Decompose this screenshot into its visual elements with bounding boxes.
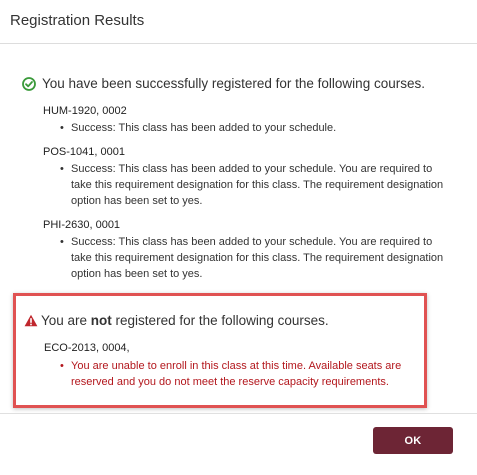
check-circle-icon bbox=[22, 76, 36, 91]
course-status-message: • Success: This class has been added to … bbox=[60, 234, 455, 282]
course-item: PHI-2630, 0001 • Success: This class has… bbox=[43, 219, 462, 282]
warning-icon bbox=[24, 314, 38, 327]
bullet-icon: • bbox=[60, 122, 64, 134]
failed-course-message: • You are unable to enroll in this class… bbox=[60, 358, 415, 390]
failure-message-emphasis: not bbox=[90, 313, 112, 328]
bullet-icon: • bbox=[60, 163, 64, 175]
failure-message-prefix: You are bbox=[41, 313, 91, 328]
course-code: HUM-1920, 0002 bbox=[43, 105, 127, 117]
bullet-icon: • bbox=[60, 236, 64, 248]
bullet-icon: • bbox=[60, 360, 64, 372]
course-status-text: Success: This class has been added to yo… bbox=[71, 236, 444, 280]
failure-heading: You are not registered for the following… bbox=[24, 313, 424, 328]
course-status-text: Success: This class has been added to yo… bbox=[71, 163, 444, 207]
dialog-title: Registration Results bbox=[10, 12, 145, 29]
success-message: You have been successfully registered fo… bbox=[42, 76, 425, 91]
footer-divider bbox=[0, 413, 477, 414]
course-item: POS-1041, 0001 • Success: This class has… bbox=[43, 146, 462, 209]
success-section: You have been successfully registered fo… bbox=[22, 76, 462, 282]
failed-course-text: You are unable to enroll in this class a… bbox=[71, 360, 402, 388]
success-heading: You have been successfully registered fo… bbox=[22, 76, 462, 91]
registration-results-dialog: Registration Results You have been succe… bbox=[0, 0, 477, 475]
failure-section: You are not registered for the following… bbox=[13, 293, 427, 408]
course-status-text: Success: This class has been added to yo… bbox=[71, 122, 337, 134]
failed-course-code: ECO-2013, 0004, bbox=[44, 342, 130, 354]
failure-message-suffix: registered for the following courses. bbox=[111, 313, 329, 328]
course-code: POS-1041, 0001 bbox=[43, 146, 125, 158]
course-code: PHI-2630, 0001 bbox=[43, 219, 121, 231]
course-status-message: • Success: This class has been added to … bbox=[60, 161, 455, 209]
dialog-header: Registration Results bbox=[0, 0, 477, 44]
course-item: HUM-1920, 0002 • Success: This class has… bbox=[43, 105, 462, 136]
ok-button[interactable]: OK bbox=[373, 427, 453, 454]
course-status-message: • Success: This class has been added to … bbox=[60, 120, 455, 136]
failure-message: You are not registered for the following… bbox=[41, 313, 329, 328]
